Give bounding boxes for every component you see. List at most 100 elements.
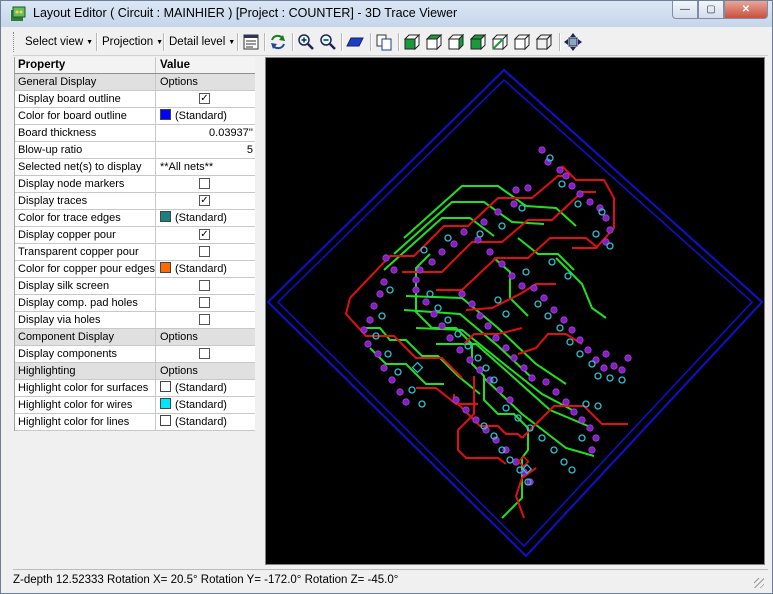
property-checkbox[interactable]: ✓ [199, 229, 210, 240]
cube-view-wire-icon[interactable] [535, 33, 553, 51]
color-value-text: (Standard) [175, 399, 227, 411]
grid-property-row[interactable]: Highlight color for surfaces (Standard) [15, 380, 255, 397]
via-hole [550, 446, 558, 454]
refresh-view-icon[interactable] [269, 33, 287, 51]
property-name: Component Display [15, 329, 156, 345]
component-pad [388, 376, 396, 384]
via-hole [502, 404, 510, 412]
component-pad [498, 260, 506, 268]
cube-view-4-icon[interactable] [469, 33, 487, 51]
via-hole [534, 300, 542, 308]
property-value[interactable]: (Standard) [157, 397, 255, 413]
grid-property-row[interactable]: Blow-up ratio 5 [15, 142, 255, 159]
cube-view-2-icon[interactable] [425, 33, 443, 51]
grid-property-row[interactable]: Display comp. pad holes [15, 295, 255, 312]
close-button[interactable]: ✕ [724, 1, 768, 19]
maximize-button[interactable]: ▢ [698, 1, 724, 19]
detail-level-dropdown[interactable]: Detail level ▼ [169, 33, 235, 51]
toolbar-grip[interactable] [13, 32, 17, 52]
property-value[interactable]: (Standard) [157, 210, 255, 226]
property-value[interactable]: **All nets** [157, 159, 255, 175]
property-name: Selected net(s) to display [15, 159, 156, 175]
grid-property-row[interactable]: Display silk screen [15, 278, 255, 295]
grid-property-row[interactable]: Color for trace edges (Standard) [15, 210, 255, 227]
property-value[interactable] [157, 312, 255, 328]
flat-board-icon[interactable] [346, 33, 364, 51]
component-pad [550, 306, 558, 314]
grid-property-row[interactable]: Color for board outline (Standard) [15, 108, 255, 125]
resize-grip[interactable] [754, 578, 764, 588]
property-value[interactable]: ✓ [157, 227, 255, 243]
trace-red [561, 165, 615, 249]
projection-dropdown[interactable]: Projection ▼ [102, 33, 163, 51]
property-value[interactable]: (Standard) [157, 414, 255, 430]
component-pad [460, 228, 468, 236]
property-checkbox[interactable] [199, 314, 210, 325]
grid-property-row[interactable]: Selected net(s) to display **All nets** [15, 159, 255, 176]
property-value[interactable] [157, 278, 255, 294]
grid-property-row[interactable]: Display via holes [15, 312, 255, 329]
property-value[interactable]: (Standard) [157, 380, 255, 396]
minimize-button[interactable]: — [672, 1, 698, 19]
property-value[interactable]: 5 [157, 142, 255, 158]
property-value[interactable]: (Standard) [157, 261, 255, 277]
grid-property-row[interactable]: Highlight color for lines (Standard) [15, 414, 255, 431]
grid-category-row[interactable]: Highlighting Options [15, 363, 255, 380]
component-pad [458, 290, 466, 298]
grid-property-row[interactable]: Color for copper pour edges (Standard) [15, 261, 255, 278]
property-checkbox[interactable] [199, 297, 210, 308]
grid-category-row[interactable]: General Display Options [15, 74, 255, 91]
property-checkbox[interactable]: ✓ [199, 195, 210, 206]
component-pad [586, 424, 594, 432]
select-view-dropdown[interactable]: Select view ▼ [25, 33, 93, 51]
property-checkbox[interactable]: ✓ [199, 93, 210, 104]
via-hole [606, 242, 614, 250]
property-value[interactable]: ✓ [157, 91, 255, 107]
cube-view-1-icon[interactable] [403, 33, 421, 51]
property-value[interactable]: ✓ [157, 193, 255, 209]
grid-property-row[interactable]: Display board outline ✓ [15, 91, 255, 108]
property-value[interactable] [157, 244, 255, 260]
grid-property-row[interactable]: Board thickness 0.03937'' [15, 125, 255, 142]
property-value[interactable] [157, 346, 255, 362]
property-checkbox[interactable] [199, 348, 210, 359]
cube-view-3-icon[interactable] [447, 33, 465, 51]
property-checkbox[interactable] [199, 178, 210, 189]
fit-view-icon[interactable] [564, 33, 582, 51]
grid-property-row[interactable]: Display copper pour ✓ [15, 227, 255, 244]
property-value[interactable]: (Standard) [157, 108, 255, 124]
zoom-out-icon[interactable] [319, 33, 337, 51]
component-pad [588, 446, 596, 454]
component-pad [552, 388, 560, 396]
property-value[interactable]: 0.03937'' [157, 125, 255, 141]
color-value-text: (Standard) [175, 263, 227, 275]
property-value[interactable] [157, 295, 255, 311]
via-hole [618, 376, 626, 384]
properties-icon[interactable] [242, 33, 260, 51]
property-checkbox[interactable] [199, 280, 210, 291]
grid-property-row[interactable]: Highlight color for wires (Standard) [15, 397, 255, 414]
title-bar[interactable]: Layout Editor ( Circuit : MAINHIER ) [Pr… [1, 1, 772, 27]
grid-property-row[interactable]: Display node markers [15, 176, 255, 193]
component-pad [374, 350, 382, 358]
copy-icon[interactable] [375, 33, 393, 51]
property-value[interactable] [157, 176, 255, 192]
3d-trace-viewport[interactable] [265, 57, 765, 565]
cube-view-6-icon[interactable] [513, 33, 531, 51]
component-pad [446, 334, 454, 342]
component-pad [496, 386, 504, 394]
trace-red [514, 467, 537, 519]
grid-property-row[interactable]: Display traces ✓ [15, 193, 255, 210]
board-outline-bottom [276, 78, 754, 548]
zoom-in-icon[interactable] [297, 33, 315, 51]
grid-property-row[interactable]: Display components [15, 346, 255, 363]
color-value-text: (Standard) [175, 110, 227, 122]
component-pad [528, 374, 536, 382]
property-checkbox[interactable] [199, 246, 210, 257]
cube-view-5-icon[interactable] [491, 33, 509, 51]
component-pad [402, 398, 410, 406]
grid-property-row[interactable]: Transparent copper pour [15, 244, 255, 261]
grid-category-row[interactable]: Component Display Options [15, 329, 255, 346]
grid-header: Property Value [15, 57, 255, 74]
color-swatch [160, 381, 171, 392]
